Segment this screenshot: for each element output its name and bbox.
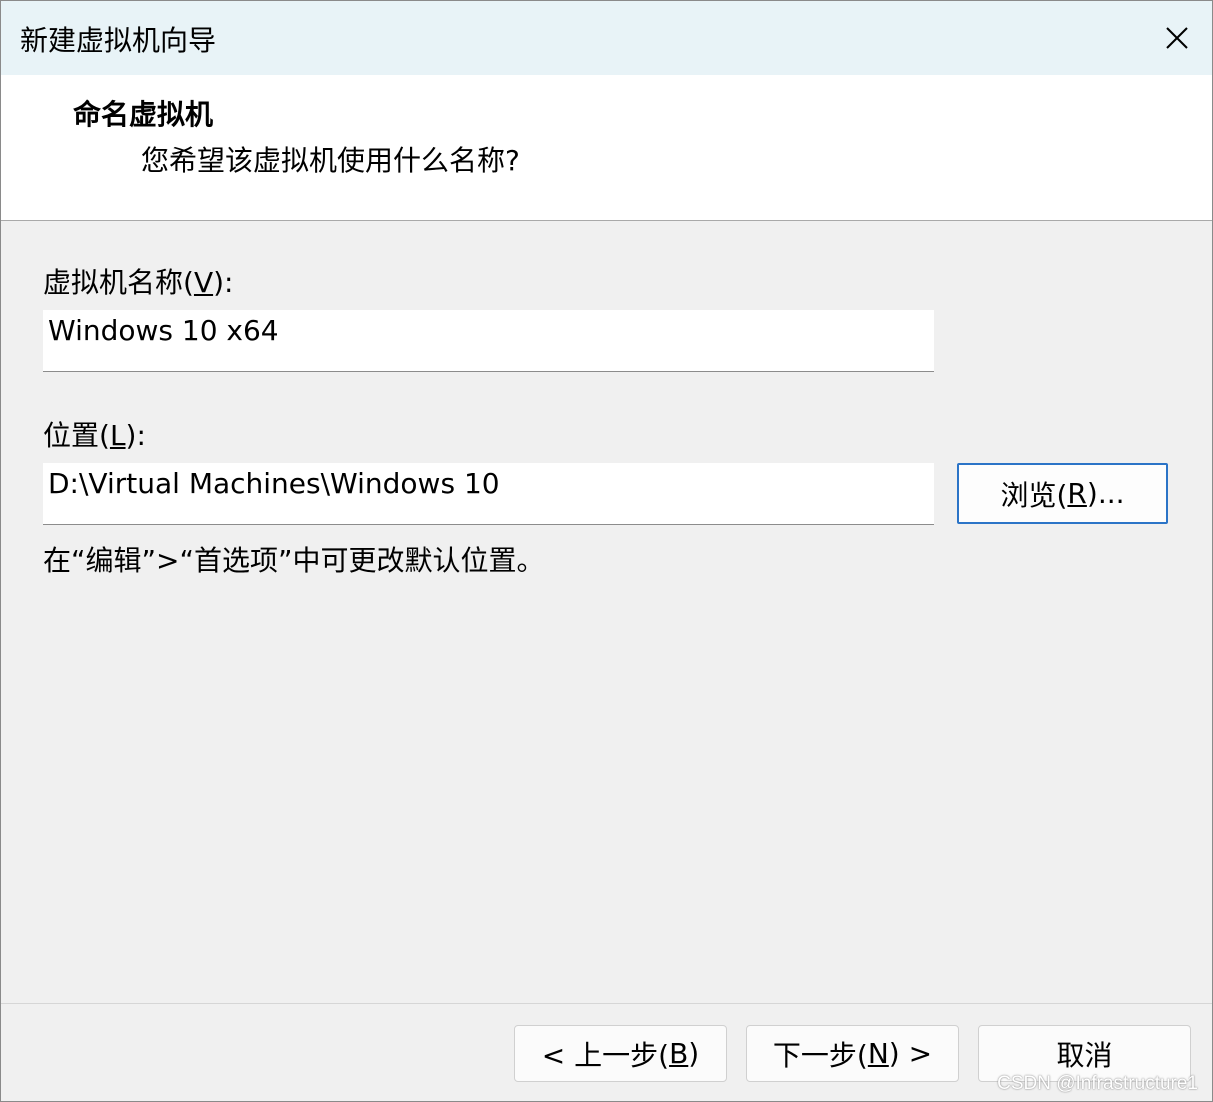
browse-button-accelerator: R <box>1067 477 1087 510</box>
back-button[interactable]: < 上一步(B) <box>514 1025 727 1082</box>
back-button-label: < 上一步( <box>541 1038 670 1072</box>
next-button[interactable]: 下一步(N) > <box>746 1025 959 1082</box>
footer-divider <box>1 1003 1212 1004</box>
new-vm-wizard-dialog: 新建虚拟机向导 命名虚拟机 您希望该虚拟机使用什么名称? 虚拟机名称(V): W… <box>0 0 1213 1102</box>
next-button-suffix: ) > <box>888 1037 933 1070</box>
browse-button-label: 浏览( <box>1000 478 1068 512</box>
browse-button-suffix: )... <box>1086 477 1125 510</box>
default-location-hint: 在“编辑”>“首选项”中可更改默认位置。 <box>43 544 545 577</box>
vm-name-input[interactable]: Windows 10 x64 <box>43 310 934 372</box>
vm-name-label-accelerator: V <box>193 266 214 299</box>
back-button-suffix: ) <box>688 1037 700 1070</box>
window-title: 新建虚拟机向导 <box>20 24 217 57</box>
close-icon <box>1166 27 1188 49</box>
location-input[interactable]: D:\Virtual Machines\Windows 10 <box>43 463 934 525</box>
wizard-header: 命名虚拟机 您希望该虚拟机使用什么名称? <box>1 75 1212 221</box>
location-label-suffix: ): <box>125 419 146 452</box>
location-label: 位置(L): <box>43 414 146 454</box>
vm-name-label-suffix: ): <box>213 266 234 299</box>
browse-button[interactable]: 浏览(R)... <box>957 463 1168 524</box>
next-button-label: 下一步( <box>772 1038 868 1072</box>
vm-name-label: 虚拟机名称(V): <box>43 261 233 301</box>
back-button-accelerator: B <box>669 1037 689 1070</box>
watermark: CSDN @Infrastructure1 <box>997 1073 1198 1094</box>
close-button[interactable] <box>1148 9 1206 67</box>
location-label-accelerator: L <box>109 419 126 452</box>
vm-name-label-text: 虚拟机名称( <box>43 266 194 299</box>
location-label-text: 位置( <box>43 419 110 452</box>
page-title: 命名虚拟机 <box>73 98 214 131</box>
next-button-accelerator: N <box>867 1037 889 1070</box>
page-subtitle: 您希望该虚拟机使用什么名称? <box>141 144 520 177</box>
title-bar: 新建虚拟机向导 <box>1 1 1212 75</box>
